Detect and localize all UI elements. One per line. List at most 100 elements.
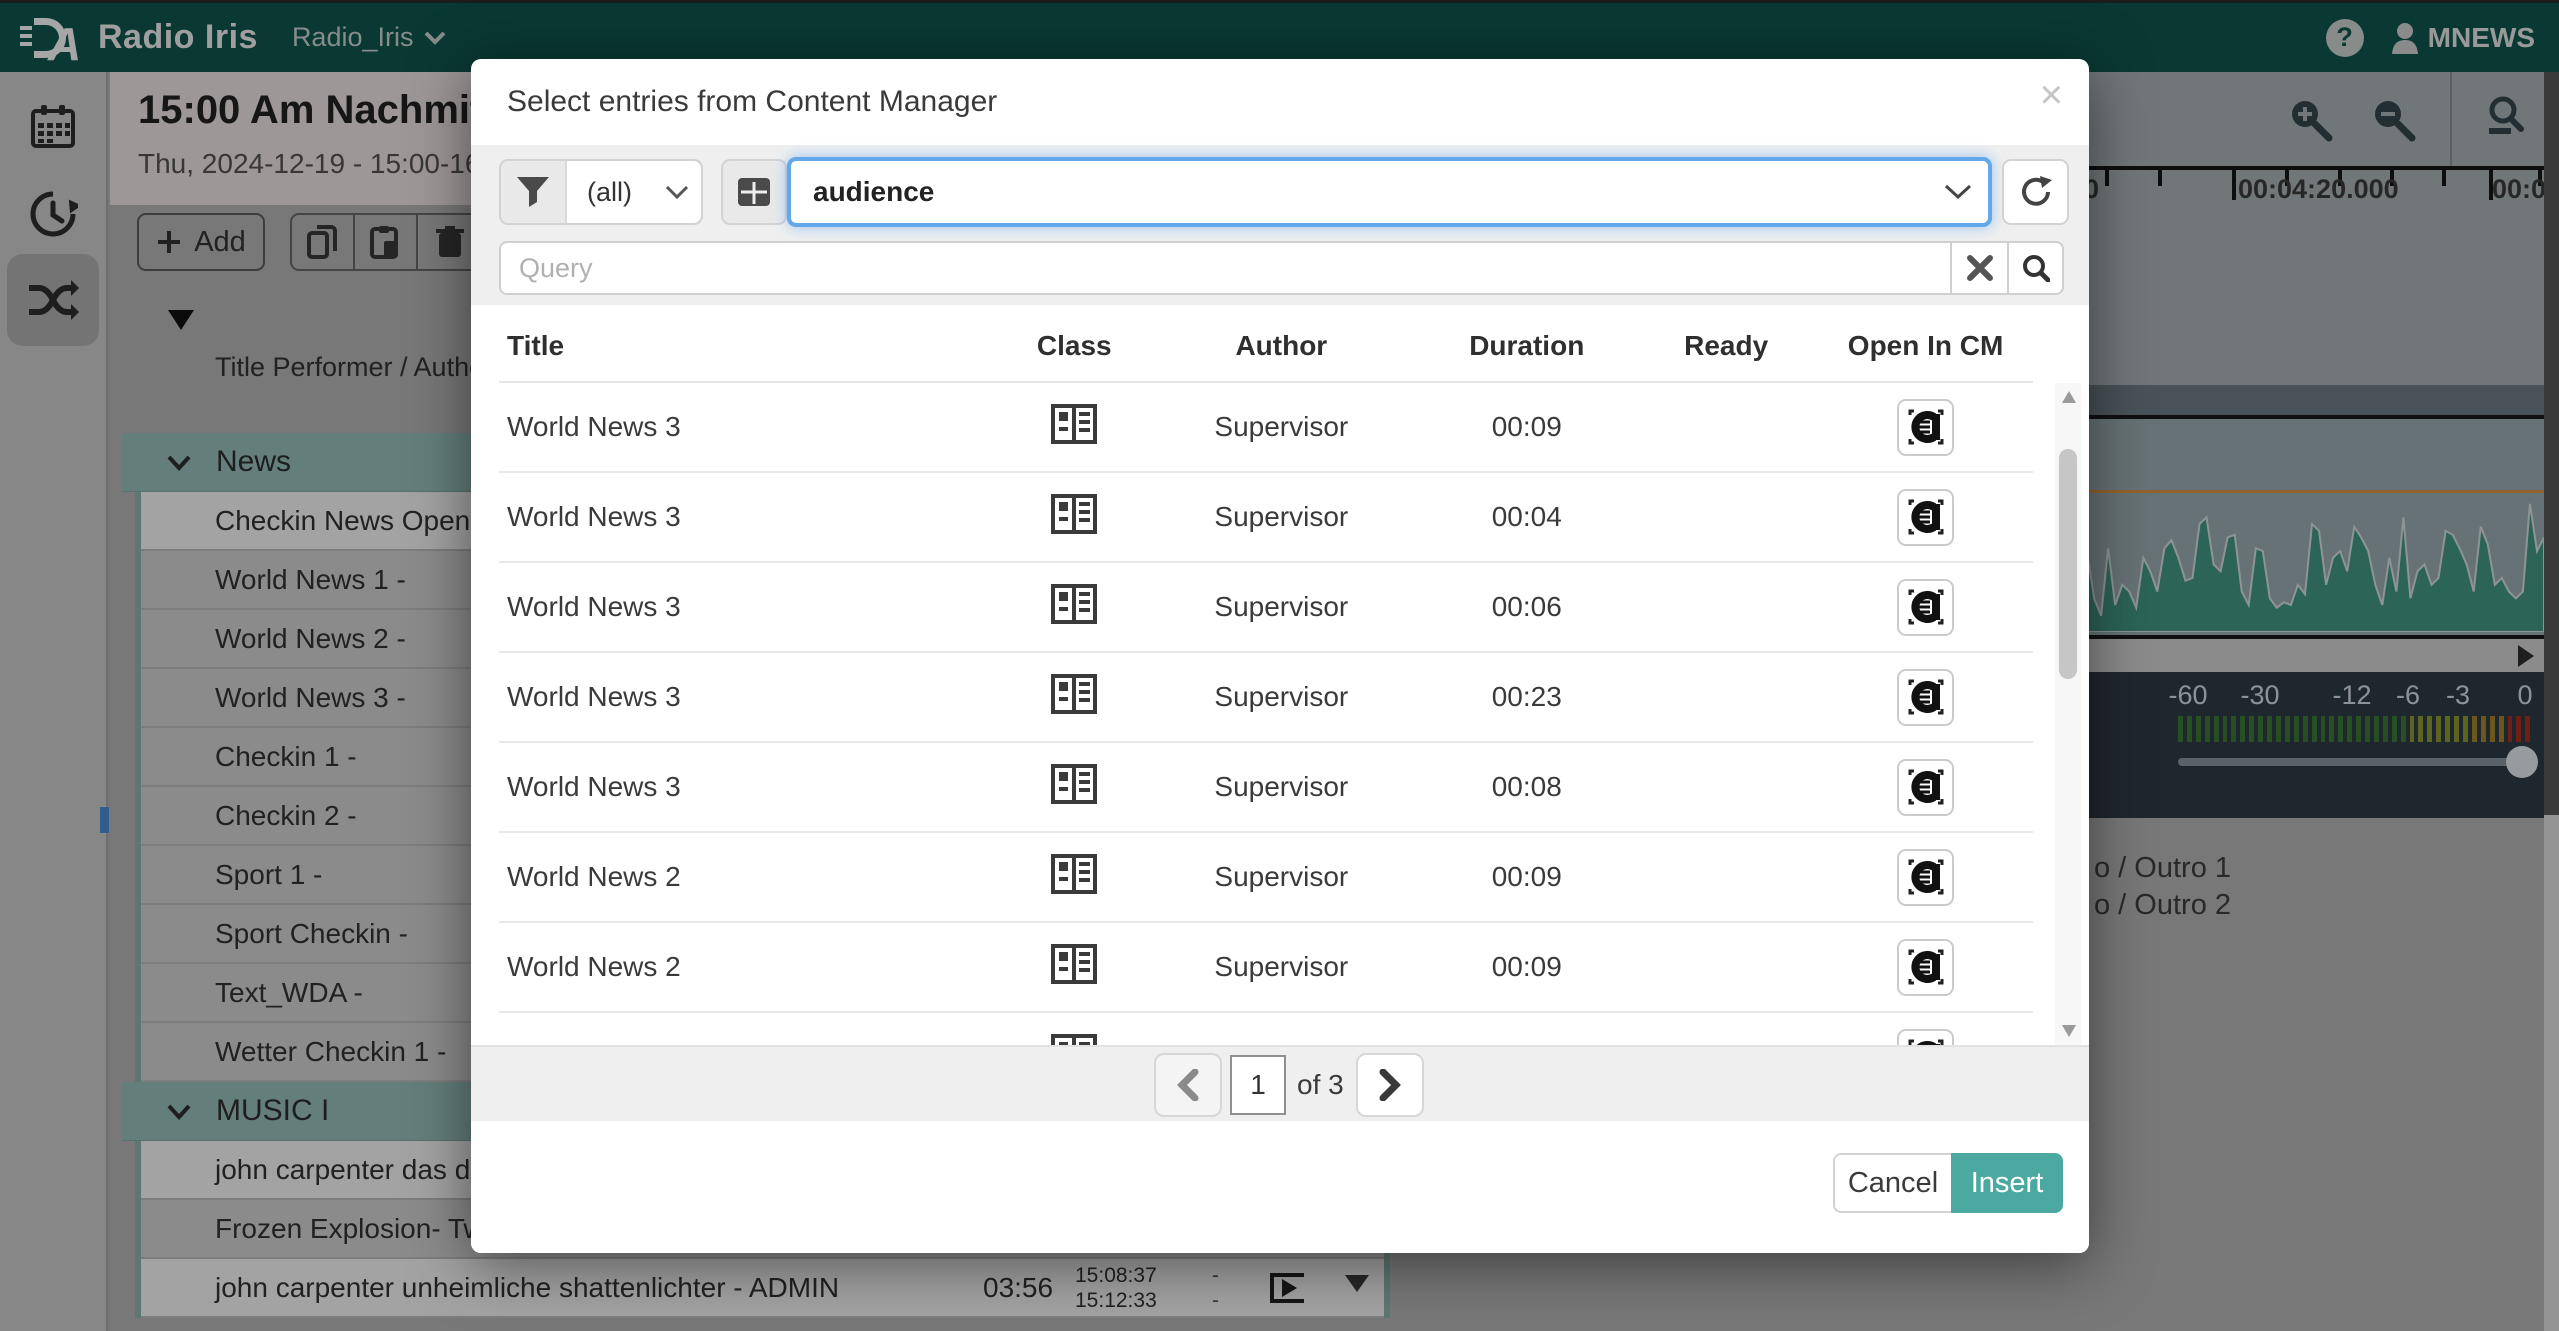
row-class	[1005, 764, 1143, 811]
newspaper-icon	[1051, 404, 1097, 444]
newspaper-icon	[1051, 944, 1097, 984]
column-duration[interactable]: Duration	[1419, 330, 1634, 362]
row-duration: 00:09	[1419, 411, 1634, 443]
clear-icon	[1967, 255, 1993, 281]
table-row[interactable]: World News 3 Supervisor 00:06	[499, 563, 2033, 653]
results-table: World News 3 Supervisor 00:09	[499, 381, 2033, 1045]
table-row[interactable]	[499, 1013, 2033, 1045]
field-group	[721, 159, 787, 225]
table-row[interactable]: World News 3 Supervisor 00:08	[499, 743, 2033, 833]
open-in-cm-button[interactable]	[1897, 759, 1954, 816]
table-scrollbar[interactable]	[2055, 383, 2081, 1045]
row-title: World News 3	[499, 591, 1005, 623]
class-filter-group: (all)	[499, 159, 703, 225]
table-row[interactable]: World News 2 Supervisor 00:09	[499, 923, 2033, 1013]
row-duration: 00:09	[1419, 951, 1634, 983]
row-title: World News 3	[499, 501, 1005, 533]
open-in-cm-button[interactable]	[1897, 489, 1954, 546]
pagination-bar: of 3	[471, 1045, 2089, 1121]
funnel-icon	[516, 176, 550, 208]
row-title: World News 3	[499, 681, 1005, 713]
clear-query-button[interactable]	[1950, 241, 2007, 295]
close-icon[interactable]: ×	[2040, 73, 2063, 118]
column-class[interactable]: Class	[1005, 330, 1143, 362]
table-row[interactable]: World News 3 Supervisor 00:23	[499, 653, 2033, 743]
open-in-cm-button[interactable]	[1897, 1029, 1954, 1046]
row-class	[1005, 404, 1143, 451]
row-title: World News 3	[499, 771, 1005, 803]
page-number-input[interactable]	[1230, 1055, 1286, 1115]
row-author: Supervisor	[1143, 411, 1419, 443]
row-author: Supervisor	[1143, 591, 1419, 623]
row-class	[1005, 674, 1143, 721]
row-author: Supervisor	[1143, 681, 1419, 713]
previous-page-button[interactable]	[1154, 1053, 1222, 1117]
row-class	[1005, 584, 1143, 631]
content-manager-icon	[1908, 679, 1944, 715]
row-duration: 00:04	[1419, 501, 1634, 533]
class-filter-value: (all)	[587, 177, 632, 208]
table-row[interactable]: World News 3 Supervisor 00:09	[499, 383, 2033, 473]
row-class	[1005, 944, 1143, 991]
content-manager-icon	[1908, 949, 1944, 985]
newspaper-icon	[1051, 1034, 1097, 1046]
next-page-button[interactable]	[1356, 1053, 1424, 1117]
insert-button[interactable]: Insert	[1951, 1153, 2063, 1213]
row-title: World News 2	[499, 951, 1005, 983]
search-icon	[2022, 254, 2050, 282]
table-row[interactable]: World News 3 Supervisor 00:04	[499, 473, 2033, 563]
column-title[interactable]: Title	[499, 330, 1005, 362]
open-in-cm-button[interactable]	[1897, 399, 1954, 456]
cancel-button[interactable]: Cancel	[1833, 1153, 1951, 1213]
chevron-right-icon	[1379, 1069, 1401, 1101]
newspaper-icon	[1051, 854, 1097, 894]
row-duration: 00:06	[1419, 591, 1634, 623]
row-class	[1005, 854, 1143, 901]
scroll-up-icon[interactable]	[2062, 391, 2076, 403]
open-in-cm-button[interactable]	[1897, 669, 1954, 726]
content-manager-dialog: Select entries from Content Manager × (a…	[471, 59, 2089, 1253]
row-author: Supervisor	[1143, 861, 1419, 893]
class-filter-select[interactable]: (all)	[565, 161, 701, 223]
table-field-button[interactable]	[723, 161, 785, 223]
dialog-toolbar: (all) audience	[471, 145, 2089, 305]
table-icon	[737, 177, 771, 207]
dialog-footer: Cancel Insert	[471, 1121, 2089, 1253]
refresh-button[interactable]	[2002, 159, 2069, 225]
row-class	[1005, 494, 1143, 541]
table-row[interactable]: World News 2 Supervisor 00:09	[499, 833, 2033, 923]
scroll-down-icon[interactable]	[2062, 1025, 2076, 1037]
query-group	[499, 241, 2064, 295]
refresh-icon	[2018, 174, 2054, 210]
search-button[interactable]	[2007, 241, 2064, 295]
open-in-cm-button[interactable]	[1897, 579, 1954, 636]
row-class	[1005, 1034, 1143, 1046]
query-input[interactable]	[499, 241, 1950, 295]
table-scrollbar-thumb[interactable]	[2059, 449, 2077, 679]
filter-button[interactable]	[501, 161, 565, 223]
newspaper-icon	[1051, 584, 1097, 624]
column-author[interactable]: Author	[1143, 330, 1419, 362]
content-manager-icon	[1908, 769, 1944, 805]
row-author: Supervisor	[1143, 501, 1419, 533]
content-manager-icon	[1908, 859, 1944, 895]
row-duration: 00:08	[1419, 771, 1634, 803]
search-field-value: audience	[813, 176, 934, 208]
column-ready[interactable]: Ready	[1634, 330, 1818, 362]
row-duration: 00:23	[1419, 681, 1634, 713]
content-manager-icon	[1908, 499, 1944, 535]
dialog-title: Select entries from Content Manager	[507, 59, 997, 145]
table-header: Title Class Author Duration Ready Open I…	[499, 311, 2033, 381]
open-in-cm-button[interactable]	[1897, 939, 1954, 996]
page-count-label: of 3	[1297, 1069, 1344, 1101]
newspaper-icon	[1051, 764, 1097, 804]
search-field-combobox[interactable]: audience	[787, 157, 1992, 227]
open-in-cm-button[interactable]	[1897, 849, 1954, 906]
row-author: Supervisor	[1143, 771, 1419, 803]
row-title: World News 2	[499, 861, 1005, 893]
row-author: Supervisor	[1143, 951, 1419, 983]
row-title: World News 3	[499, 411, 1005, 443]
chevron-down-icon	[1944, 184, 1972, 200]
content-manager-icon	[1908, 409, 1944, 445]
column-open-in-cm[interactable]: Open In CM	[1818, 330, 2033, 362]
